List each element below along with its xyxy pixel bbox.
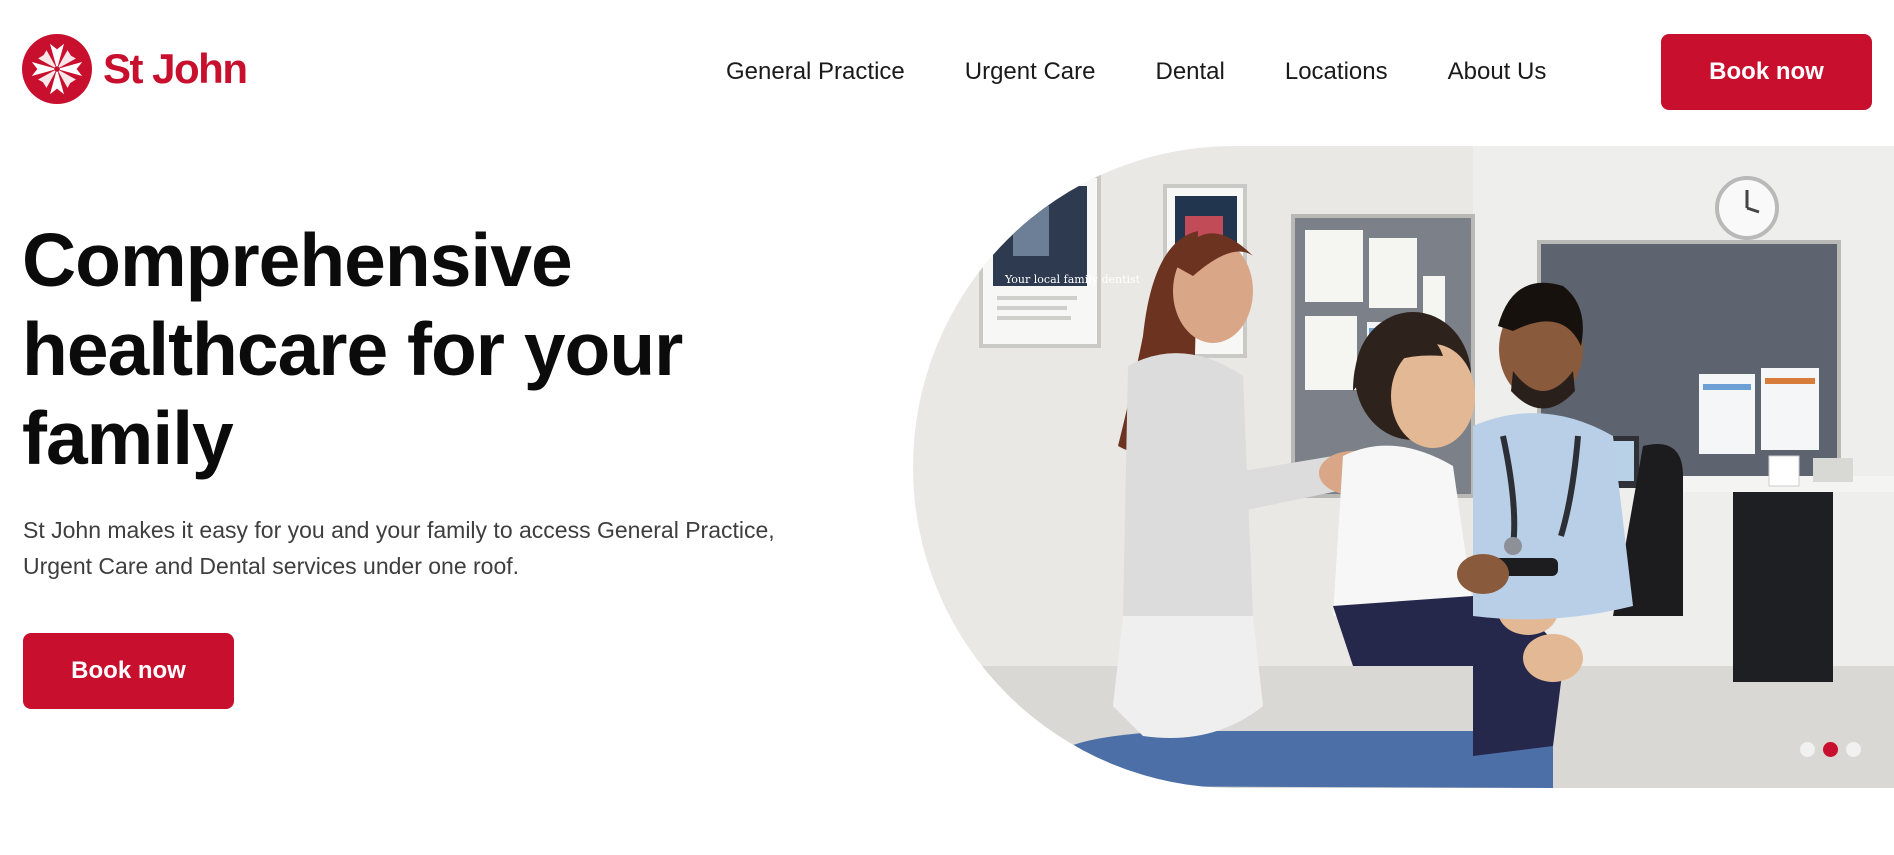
carousel-dot-2-active[interactable]	[1823, 742, 1838, 757]
clinic-photo-illustration: Your local family dentist	[913, 146, 1894, 788]
poster-caption: Your local family dentist	[1004, 273, 1141, 286]
main-nav: General Practice Urgent Care Dental Loca…	[726, 56, 1546, 88]
hero-subtitle: St John makes it easy for you and your f…	[23, 517, 775, 579]
nav-about-us[interactable]: About Us	[1448, 56, 1547, 88]
header-book-now-button[interactable]: Book now	[1661, 34, 1872, 110]
nav-locations[interactable]: Locations	[1285, 56, 1388, 88]
nav-urgent-care[interactable]: Urgent Care	[965, 56, 1096, 88]
nav-dental[interactable]: Dental	[1155, 56, 1224, 88]
carousel-dot-3[interactable]	[1846, 742, 1861, 757]
logo-link[interactable]: St John	[22, 34, 248, 104]
hero-book-now-button[interactable]: Book now	[23, 633, 234, 709]
site-header: St John General Practice Urgent Care Den…	[0, 0, 1894, 146]
carousel-dot-1[interactable]	[1800, 742, 1815, 757]
carousel-dots	[1800, 742, 1861, 757]
logo-wordmark: St John	[103, 45, 248, 92]
hero-image: Your local family dentist	[913, 146, 1894, 788]
hero-title: Comprehensive healthcare for your family	[22, 218, 683, 480]
nav-general-practice[interactable]: General Practice	[726, 56, 905, 88]
st-john-star-icon	[22, 34, 92, 104]
